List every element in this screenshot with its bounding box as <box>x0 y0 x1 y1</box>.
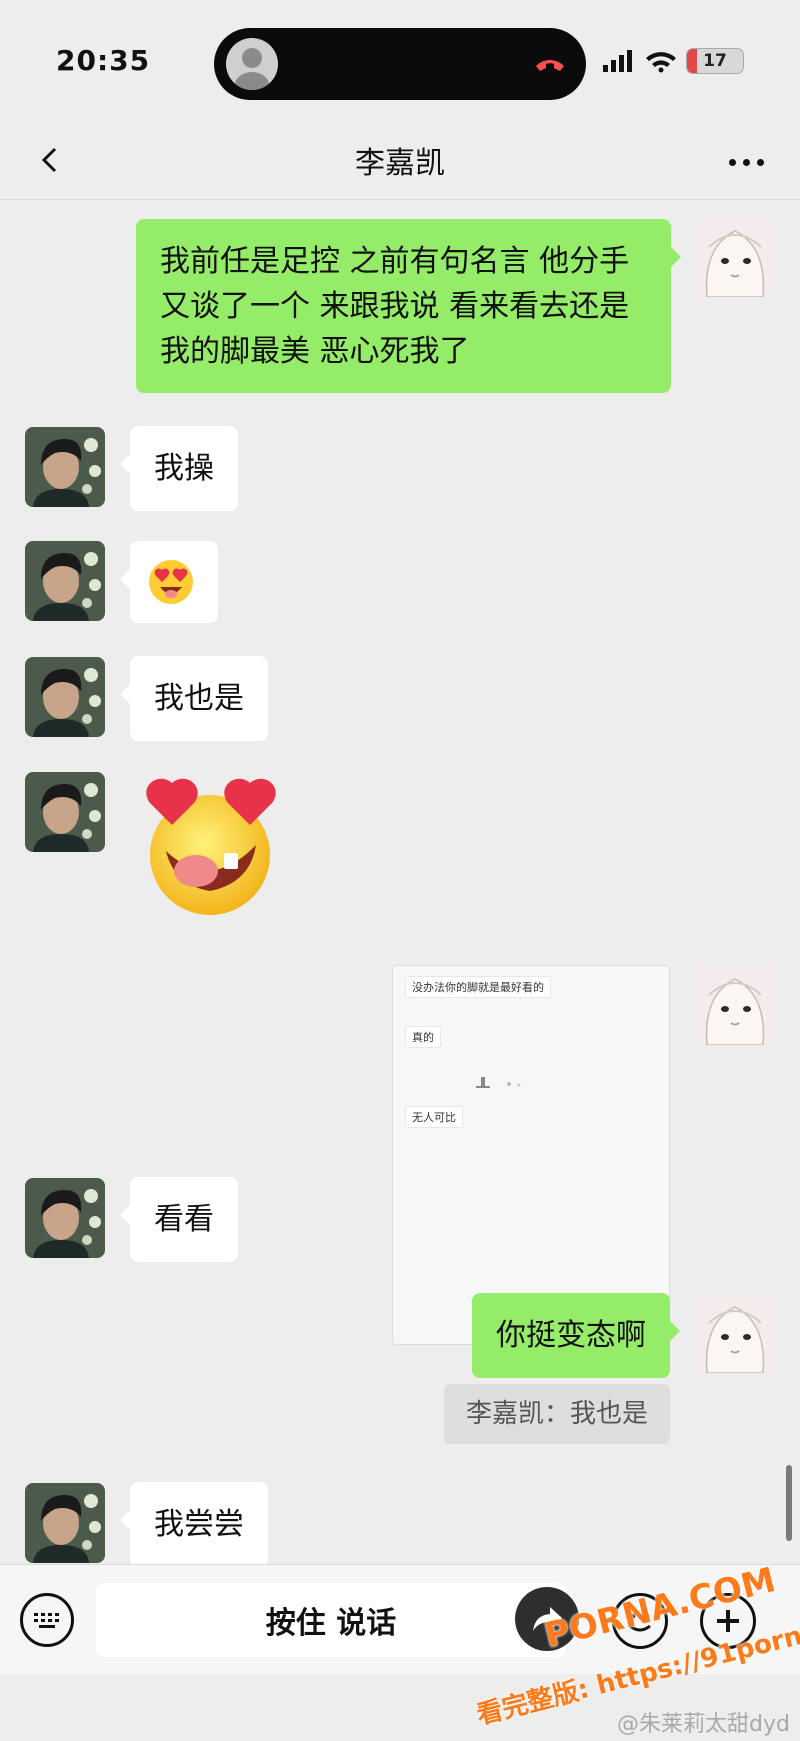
battery-text: 17 <box>703 51 727 71</box>
image-message[interactable]: 没办法你的脚就是最好看的 真的 无人可比 <box>392 965 670 1345</box>
my-avatar[interactable] <box>695 1293 775 1373</box>
my-avatar[interactable] <box>695 217 775 297</box>
contact-avatar[interactable] <box>25 427 105 507</box>
scrollbar[interactable] <box>786 1465 792 1541</box>
contact-avatar[interactable] <box>25 1178 105 1258</box>
image-text-line: 没办法你的脚就是最好看的 <box>405 976 551 998</box>
heart-eyes-emoji-icon <box>149 560 193 604</box>
heart-eyes-tongue-sticker-icon[interactable] <box>138 775 288 920</box>
image-text-line: 无人可比 <box>405 1106 463 1128</box>
weibo-handle: @朱莱莉太甜dyd <box>617 1712 790 1737</box>
keyboard-toggle-button[interactable] <box>20 1593 74 1647</box>
message-bubble-outgoing[interactable]: 我前任是足控 之前有句名言 他分手又谈了一个 来跟我说 看来看去还是我的脚最美 … <box>136 219 681 393</box>
chat-header: 李嘉凯 <box>0 120 800 200</box>
contact-avatar[interactable] <box>25 657 105 737</box>
emoji-bubble[interactable] <box>120 541 218 623</box>
battery-icon: 17 <box>686 48 744 74</box>
message-bubble-incoming[interactable]: 我操 <box>120 426 238 511</box>
quoted-message[interactable]: 李嘉凯：我也是 <box>443 1384 670 1444</box>
dynamic-island[interactable] <box>214 28 586 100</box>
more-options-button[interactable] <box>718 142 774 182</box>
contact-avatar[interactable] <box>25 1483 105 1563</box>
message-bubble-incoming[interactable]: 我也是 <box>120 656 268 741</box>
signal-icon <box>603 50 632 72</box>
status-bar: 20:35 17 <box>0 0 800 120</box>
message-bubble-outgoing[interactable]: 你挺变态啊 <box>472 1293 680 1378</box>
keyboard-icon <box>34 1613 59 1628</box>
more-dots-icon <box>728 158 736 166</box>
status-time: 20:35 <box>56 44 151 77</box>
message-list[interactable]: 我前任是足控 之前有句名言 他分手又谈了一个 来跟我说 看来看去还是我的脚最美 … <box>0 200 800 1564</box>
message-bubble-incoming[interactable]: 我尝尝 <box>120 1482 268 1564</box>
my-avatar[interactable] <box>695 965 775 1045</box>
caller-avatar-icon <box>226 38 278 90</box>
contact-avatar[interactable] <box>25 541 105 621</box>
image-text-line: 真的 <box>405 1026 441 1048</box>
wifi-icon <box>646 52 676 73</box>
contact-avatar[interactable] <box>25 772 105 852</box>
message-bubble-incoming[interactable]: 看看 <box>120 1177 238 1262</box>
phone-call-icon <box>536 60 564 71</box>
hold-to-talk-button[interactable]: 按住 说话 <box>96 1583 566 1657</box>
image-blur-icon <box>476 1077 521 1088</box>
chat-title: 李嘉凯 <box>355 146 445 181</box>
